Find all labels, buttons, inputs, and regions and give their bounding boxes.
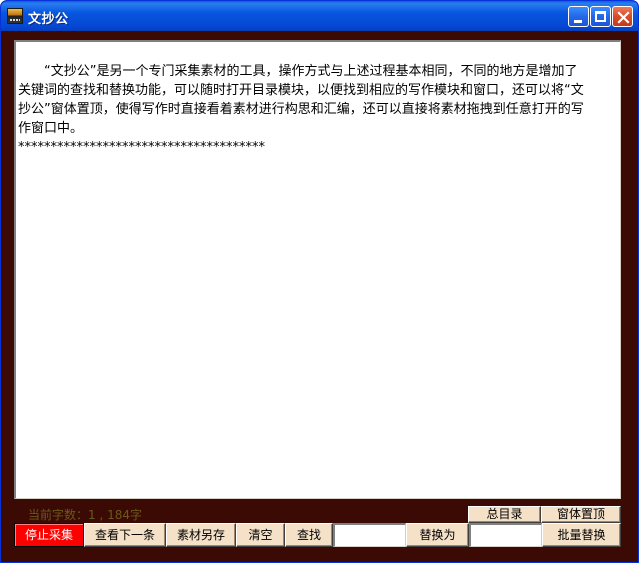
view-next-button[interactable]: 查看下一条	[84, 523, 166, 547]
word-count-status: 当前字数：1 , 184字	[28, 508, 142, 522]
stop-collect-button[interactable]: 停止采集	[14, 523, 84, 547]
material-paragraph: “文抄公”是另一个专门采集素材的工具，操作方式与上述过程基本相同，不同的地方是增…	[18, 64, 584, 136]
clear-button[interactable]: 清空	[236, 523, 285, 547]
title-bar[interactable]: 文抄公	[1, 1, 638, 31]
window-on-top-button[interactable]: 窗体置顶	[541, 506, 621, 523]
window-title: 文抄公	[28, 12, 69, 27]
maximize-button[interactable]	[590, 6, 611, 27]
minimize-button[interactable]	[568, 6, 589, 27]
app-window: 文抄公 “文抄公”是另一个专门采集素材的工具，操作方式与上述过程基本相同，不同的…	[0, 0, 639, 563]
separator-line: **************************************	[18, 140, 265, 155]
batch-replace-button[interactable]: 批量替换	[542, 523, 621, 547]
close-icon	[617, 11, 630, 24]
material-text-area[interactable]: “文抄公”是另一个专门采集素材的工具，操作方式与上述过程基本相同，不同的地方是增…	[14, 40, 621, 499]
app-icon	[7, 8, 23, 24]
replace-with-button[interactable]: 替换为	[406, 523, 469, 547]
replace-input[interactable]	[469, 523, 542, 547]
master-index-button[interactable]: 总目录	[468, 506, 541, 523]
find-button[interactable]: 查找	[285, 523, 333, 547]
close-button[interactable]	[612, 6, 633, 27]
find-input[interactable]	[333, 523, 406, 547]
save-material-as-button[interactable]: 素材另存	[166, 523, 236, 547]
